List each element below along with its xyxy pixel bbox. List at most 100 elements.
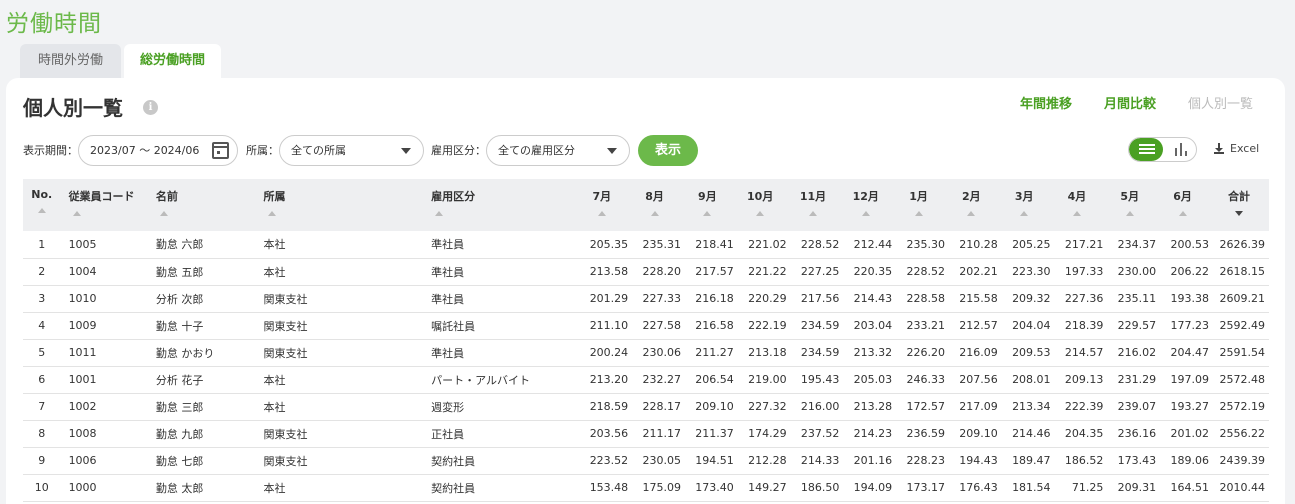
header-month[interactable]: 11月: [786, 179, 840, 231]
sort-asc-icon: [967, 211, 976, 216]
cell-month-hours: 209.32: [997, 285, 1051, 313]
header-no[interactable]: No.: [23, 179, 61, 231]
cell-month-hours: 234.59: [786, 339, 840, 367]
header-month[interactable]: 7月: [575, 179, 629, 231]
header-total[interactable]: 合計: [1208, 179, 1269, 231]
header-month[interactable]: 4月: [1050, 179, 1104, 231]
cell-month-hours: 211.10: [575, 312, 629, 340]
table-row[interactable]: 8 1008 勤怠 九郎 関東支社 正社員 203.56 211.17 211.37 174.2…: [23, 420, 1269, 448]
header-month[interactable]: 6月: [1156, 179, 1209, 231]
excel-download-button[interactable]: Excel: [1214, 142, 1259, 155]
table-row[interactable]: 6 1001 分析 花子 本社 パート・アルバイト 213.20 232.27 206.54 2…: [23, 366, 1269, 394]
cell-month-hours: 164.51: [1156, 474, 1209, 502]
cell-month-hours: 201.02: [1156, 420, 1209, 448]
cell-month-hours: 213.58: [575, 258, 629, 286]
header-month[interactable]: 10月: [733, 179, 787, 231]
cell-emp-type: 準社員: [423, 285, 576, 313]
cell-month-hours: 214.46: [997, 420, 1051, 448]
cell-month-hours: 209.13: [1050, 366, 1104, 394]
calendar-icon[interactable]: [212, 141, 229, 159]
table-row[interactable]: 7 1002 勤怠 三郎 本社 週変形 218.59 228.17 209.10 227.32 2…: [23, 393, 1269, 421]
cell-month-hours: 213.20: [575, 366, 629, 394]
header-emp[interactable]: 雇用区分: [423, 179, 576, 231]
cell-month-hours: 222.19: [733, 312, 787, 340]
header-month[interactable]: 2月: [944, 179, 998, 231]
cell-dept: 本社: [255, 474, 424, 502]
header-code[interactable]: 従業員コード: [60, 179, 148, 231]
tab-total-hours[interactable]: 総労働時間: [124, 44, 222, 78]
cell-code: 1009: [60, 312, 148, 340]
cell-month-hours: 237.52: [786, 420, 840, 448]
chart-view-button[interactable]: [1163, 138, 1197, 161]
cell-total: 2609.21: [1208, 285, 1269, 313]
table-row[interactable]: 3 1010 分析 次郎 関東支社 準社員 201.29 227.33 216.18 220.2…: [23, 285, 1269, 313]
cell-no: 8: [23, 420, 61, 448]
cell-total: 2572.19: [1208, 393, 1269, 421]
cell-month-hours: 217.09: [944, 393, 998, 421]
header-month[interactable]: 9月: [680, 179, 734, 231]
cell-month-hours: 213.18: [733, 339, 787, 367]
table-row[interactable]: 9 1006 勤怠 七郎 関東支社 契約社員 223.52 230.05 194.51 212.…: [23, 447, 1269, 475]
cell-no: 2: [23, 258, 61, 286]
cell-month-hours: 217.57: [680, 258, 734, 286]
table-row[interactable]: 10 1000 勤怠 太郎 本社 契約社員 153.48 175.09 173.40 149.2…: [23, 474, 1269, 502]
cell-month-hours: 194.43: [944, 447, 998, 475]
table-row[interactable]: 4 1009 勤怠 十子 関東支社 嘱託社員 211.10 227.58 216.58 222.…: [23, 312, 1269, 340]
view-switch-links: 年間推移 月間比較 個人別一覧: [988, 93, 1253, 112]
period-label: 表示期間：: [23, 144, 78, 157]
table-view-button[interactable]: [1129, 138, 1163, 161]
cell-month-hours: 228.52: [786, 231, 840, 259]
sort-asc-icon: [267, 211, 276, 216]
cell-month-hours: 216.58: [680, 312, 734, 340]
cell-code: 1006: [60, 447, 148, 475]
cell-month-hours: 212.44: [839, 231, 893, 259]
header-month[interactable]: 8月: [628, 179, 681, 231]
sort-asc-icon: [861, 211, 870, 216]
cell-dept: 関東支社: [255, 447, 424, 475]
cell-month-hours: 223.30: [997, 258, 1051, 286]
table-row[interactable]: 1 1005 勤怠 六郎 本社 準社員 205.35 235.31 218.41 221.02 2…: [23, 231, 1269, 259]
table-row[interactable]: 5 1011 勤怠 かおり 関東支社 準社員 200.24 230.06 211.27 213.…: [23, 339, 1269, 367]
cell-name: 勤怠 五郎: [147, 258, 256, 286]
cell-name: 勤怠 七郎: [147, 447, 256, 475]
header-dept[interactable]: 所属: [255, 179, 424, 231]
header-month[interactable]: 3月: [997, 179, 1051, 231]
cell-emp-type: パート・アルバイト: [423, 366, 576, 394]
table-row[interactable]: 2 1004 勤怠 五郎 本社 準社員 213.58 228.20 217.57 221.22 2…: [23, 258, 1269, 286]
cell-month-hours: 176.43: [944, 474, 998, 502]
header-name[interactable]: 名前: [147, 179, 256, 231]
show-button[interactable]: 表示: [638, 134, 698, 166]
header-month[interactable]: 12月: [839, 179, 893, 231]
emp-type-select[interactable]: 全ての雇用区分: [486, 134, 630, 166]
emp-type-value: 全ての雇用区分: [498, 144, 575, 157]
cell-total: 2626.39: [1208, 231, 1269, 259]
cell-no: 4: [23, 312, 61, 340]
cell-name: 勤怠 六郎: [147, 231, 256, 259]
cell-dept: 関東支社: [255, 339, 424, 367]
cell-month-hours: 235.31: [628, 231, 681, 259]
cell-month-hours: 228.23: [892, 447, 945, 475]
cell-month-hours: 228.17: [628, 393, 681, 421]
cell-month-hours: 239.07: [1103, 393, 1157, 421]
cell-month-hours: 227.32: [733, 393, 787, 421]
header-month[interactable]: 1月: [892, 179, 945, 231]
cell-dept: 本社: [255, 231, 424, 259]
sort-asc-icon: [914, 211, 923, 216]
link-yearly-trend[interactable]: 年間推移: [1020, 93, 1072, 112]
cell-month-hours: 205.25: [997, 231, 1051, 259]
dept-select[interactable]: 全ての所属: [279, 134, 424, 166]
cell-dept: 関東支社: [255, 420, 424, 448]
info-icon[interactable]: i: [143, 100, 158, 115]
link-monthly-compare[interactable]: 月間比較: [1104, 93, 1156, 112]
cell-month-hours: 211.27: [680, 339, 734, 367]
cell-month-hours: 214.43: [839, 285, 893, 313]
cell-month-hours: 203.04: [839, 312, 893, 340]
sort-asc-icon: [1125, 211, 1134, 216]
tab-overtime[interactable]: 時間外労働: [20, 44, 122, 78]
header-month[interactable]: 5月: [1103, 179, 1157, 231]
cell-emp-type: 契約社員: [423, 474, 576, 502]
cell-month-hours: 189.47: [997, 447, 1051, 475]
cell-emp-type: 準社員: [423, 339, 576, 367]
cell-month-hours: 234.59: [786, 312, 840, 340]
period-field[interactable]: 2023/07 〜 2024/06: [78, 134, 238, 166]
